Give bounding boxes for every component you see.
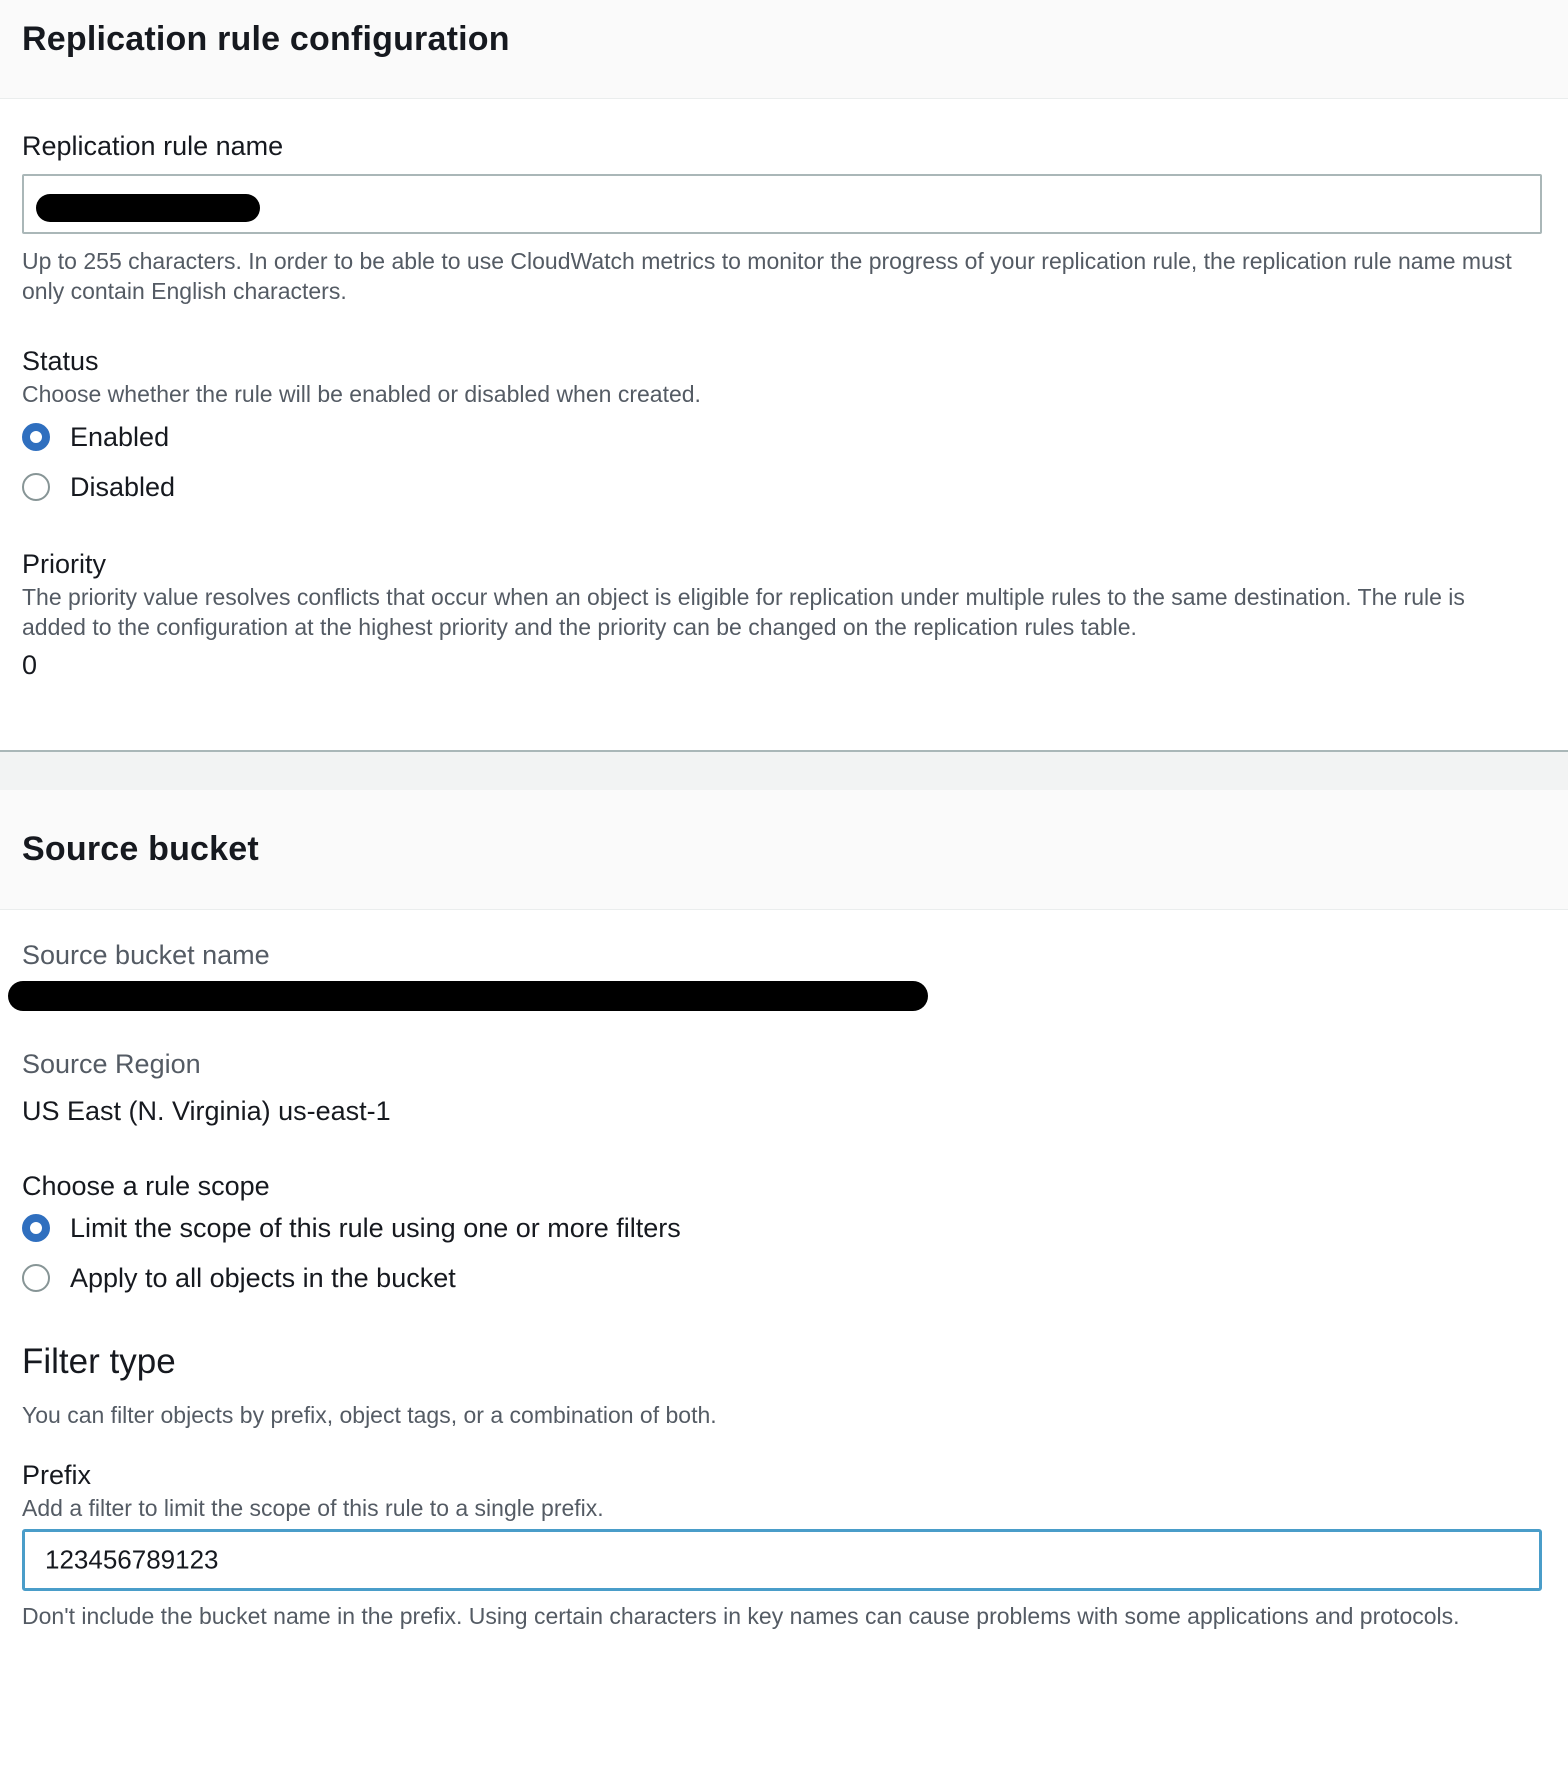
status-enabled-option[interactable]: Enabled xyxy=(22,415,1546,459)
redacted-rule-name xyxy=(36,194,260,222)
source-bucket-name-value xyxy=(8,971,1546,1023)
panel-header: Source bucket xyxy=(0,790,1568,910)
redacted-bucket-name xyxy=(8,981,928,1011)
prefix-description: Add a filter to limit the scope of this … xyxy=(22,1495,604,1521)
source-bucket-name-label: Source bucket name xyxy=(22,940,270,970)
rule-name-help: Up to 255 characters. In order to be abl… xyxy=(22,248,1512,304)
filter-type-title: Filter type xyxy=(22,1342,176,1381)
radio-unchecked-icon[interactable] xyxy=(22,473,50,501)
priority-value: 0 xyxy=(22,650,38,680)
panel-body: Replication rule name Up to 255 characte… xyxy=(0,131,1568,681)
priority-description: The priority value resolves conflicts th… xyxy=(22,584,1465,640)
rule-name-label: Replication rule name xyxy=(22,131,284,161)
panel-body: Source bucket name Source Region US East… xyxy=(0,940,1568,1631)
source-region-value: US East (N. Virginia) us-east-1 xyxy=(22,1096,391,1126)
scope-limit-option[interactable]: Limit the scope of this rule using one o… xyxy=(22,1206,1546,1250)
priority-label: Priority xyxy=(22,549,107,579)
scope-all-option[interactable]: Apply to all objects in the bucket xyxy=(22,1256,1546,1300)
rule-name-input[interactable] xyxy=(22,174,1542,234)
prefix-help: Don't include the bucket name in the pre… xyxy=(22,1603,1460,1629)
rule-scope-label: Choose a rule scope xyxy=(22,1171,270,1201)
scope-limit-label: Limit the scope of this rule using one o… xyxy=(70,1212,681,1243)
radio-checked-icon[interactable] xyxy=(22,1214,50,1242)
scope-all-label: Apply to all objects in the bucket xyxy=(70,1262,456,1293)
status-description: Choose whether the rule will be enabled … xyxy=(22,381,701,407)
prefix-label: Prefix xyxy=(22,1460,92,1490)
panel-header: Replication rule configuration xyxy=(0,0,1568,99)
filter-type-description: You can filter objects by prefix, object… xyxy=(22,1402,717,1428)
radio-checked-icon[interactable] xyxy=(22,423,50,451)
status-disabled-option[interactable]: Disabled xyxy=(22,465,1546,509)
status-enabled-label: Enabled xyxy=(70,421,170,452)
radio-unchecked-icon[interactable] xyxy=(22,1264,50,1292)
status-disabled-label: Disabled xyxy=(70,471,176,502)
replication-rule-configuration-panel: Replication rule configuration Replicati… xyxy=(0,0,1568,750)
source-region-label: Source Region xyxy=(22,1049,201,1079)
panel-separator xyxy=(0,750,1568,790)
prefix-input-value: 123456789123 xyxy=(45,1544,219,1575)
status-label: Status xyxy=(22,346,99,376)
source-bucket-panel: Source bucket Source bucket name Source … xyxy=(0,790,1568,1631)
panel-title: Replication rule configuration xyxy=(22,20,510,58)
prefix-input[interactable]: 123456789123 xyxy=(22,1529,1542,1591)
panel-title: Source bucket xyxy=(22,830,259,868)
